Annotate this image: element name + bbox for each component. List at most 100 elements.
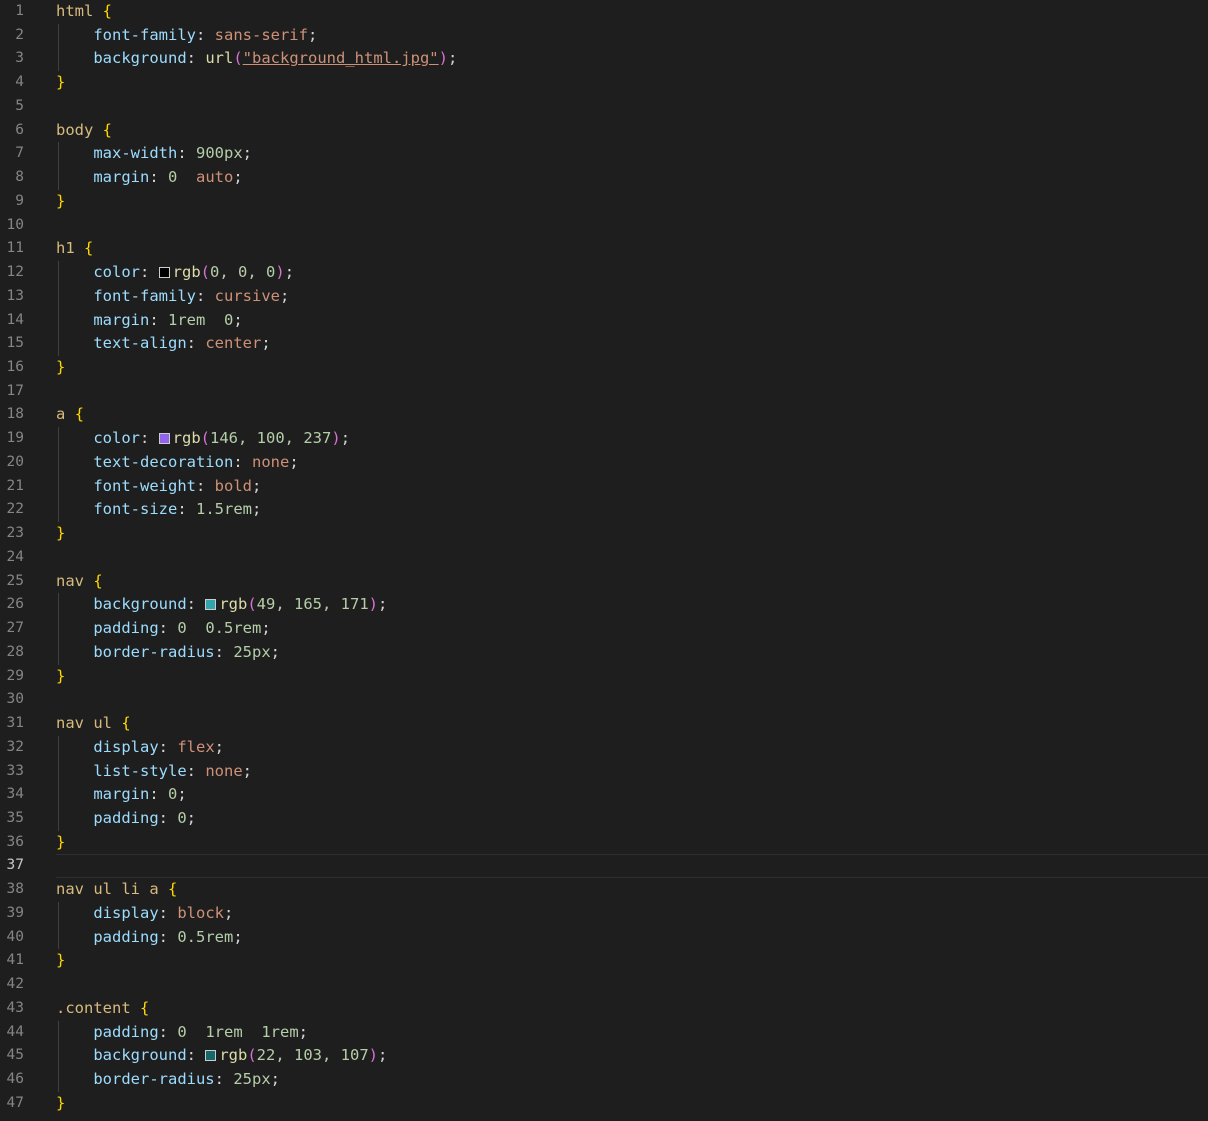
code-line[interactable]: 3 background: url("background_html.jpg")… [0,47,1208,72]
code-text: } [56,1092,65,1116]
line-number: 23 [6,525,24,542]
line-number: 44 [6,1023,24,1040]
code-line[interactable]: 16} [0,356,1208,380]
code-line[interactable]: 8 margin: 0 auto; [0,166,1208,190]
code-line[interactable]: 13 font-family: cursive; [0,284,1208,309]
code-line[interactable]: 35 padding: 0; [0,806,1208,831]
css-value: bold [214,476,252,495]
code-text: font-size: 1.5rem; [93,500,262,519]
code-line[interactable]: 28 border-radius: 25px; [0,640,1208,665]
code-line[interactable]: 7 max-width: 900px; [0,142,1208,167]
code-line[interactable]: 11 h1 { [0,237,1208,261]
line-number: 11 [6,240,24,257]
code-line[interactable]: 14 margin: 1rem 0; [0,308,1208,333]
code-line[interactable]: 44 padding: 0 1rem 1rem; [0,1020,1208,1045]
code-line[interactable]: 36} [0,831,1208,855]
code-line[interactable]: 41} [0,949,1208,973]
line-number: 19 [6,430,24,447]
code-line[interactable]: 43 .content { [0,997,1208,1021]
code-line[interactable]: 38 nav ul li a { [0,878,1208,902]
line-number: 14 [6,311,24,328]
css-number: 0 [224,310,234,329]
code-line[interactable]: 10 [0,214,1208,238]
css-number: 0.5rem [205,619,262,638]
code-line[interactable]: 39 display: block; [0,901,1208,926]
code-line[interactable]: 20 text-decoration: none; [0,450,1208,475]
css-value: center [205,334,262,353]
color-swatch[interactable] [205,1050,217,1062]
code-text: } [56,949,65,973]
css-property: font-size [93,500,178,519]
line-number: 15 [6,335,24,352]
css-property: margin [93,785,150,804]
open-brace: { [93,571,103,590]
line-number: 38 [6,881,24,898]
code-line[interactable]: 32 display: flex; [0,735,1208,760]
css-property: font-weight [93,476,196,495]
code-text: font-weight: bold; [93,476,262,495]
code-line[interactable]: 29} [0,665,1208,689]
line-number: 4 [15,74,24,91]
code-line[interactable]: 2 font-family: sans-serif; [0,23,1208,48]
code-line[interactable]: 46 border-radius: 25px; [0,1068,1208,1092]
code-text: font-family: cursive; [93,286,290,305]
open-brace: { [140,998,150,1017]
code-line[interactable]: 9} [0,190,1208,214]
code-line[interactable]: 23} [0,522,1208,546]
code-line[interactable]: 30 [0,688,1208,712]
code-text: padding: 0 1rem 1rem; [93,1022,309,1041]
code-line[interactable]: 21 font-weight: bold; [0,474,1208,499]
code-line[interactable]: 26 background: rgb(49, 165, 171); [0,593,1208,618]
code-text: padding: 0 0.5rem; [93,619,271,638]
code-line[interactable]: 42 [0,973,1208,997]
line-number: 42 [6,976,24,993]
line-number: 36 [6,833,24,850]
css-selector: h1 [56,239,75,258]
code-line[interactable]: 27 padding: 0 0.5rem; [0,617,1208,641]
code-line[interactable]: 40 padding: 0.5rem; [0,925,1208,950]
close-brace: } [56,951,66,970]
line-number: 31 [6,715,24,732]
code-text: background: rgb(22, 103, 107); [93,1046,388,1065]
code-line[interactable]: 5 [0,95,1208,119]
code-line[interactable]: 33 list-style: none; [0,759,1208,784]
color-swatch[interactable] [205,599,217,611]
color-swatch[interactable] [158,433,170,445]
line-number: 5 [15,97,24,114]
code-line[interactable]: 47} [0,1092,1208,1116]
line-number: 34 [6,786,24,803]
code-line[interactable]: 37 [0,854,1208,878]
code-text: nav ul { [56,712,131,736]
code-line[interactable]: 34 margin: 0; [0,783,1208,807]
code-line[interactable]: 1 html { [0,0,1208,24]
code-line[interactable]: 15 text-align: center; [0,332,1208,357]
css-property: padding [93,808,159,827]
code-line[interactable]: 18 a { [0,403,1208,427]
color-swatch[interactable] [158,267,170,279]
code-line[interactable]: 45 background: rgb(22, 103, 107); [0,1044,1208,1069]
code-line[interactable]: 24 [0,546,1208,570]
open-brace: { [121,714,131,733]
code-line[interactable]: 6 body { [0,119,1208,143]
line-number: 9 [15,192,24,209]
code-text: a { [56,403,84,427]
code-line[interactable]: 17 [0,380,1208,404]
code-editor[interactable]: 1 html {2 font-family: sans-serif; 3 backg… [0,0,1208,1121]
code-line[interactable]: 25 nav { [0,570,1208,594]
css-function: rgb [172,263,201,282]
line-number: 37 [6,857,24,874]
code-text: } [56,522,65,546]
css-property: border-radius [93,642,215,661]
code-text: } [56,190,65,214]
code-line[interactable]: 22 font-size: 1.5rem; [0,498,1208,523]
line-number: 12 [6,264,24,281]
code-line[interactable]: 4} [0,71,1208,95]
code-line[interactable]: 12 color: rgb(0, 0, 0); [0,261,1208,285]
css-property: padding [93,1022,159,1041]
css-property: background [93,595,187,614]
code-line[interactable]: 31 nav ul { [0,712,1208,736]
css-number: 1rem [205,1022,243,1041]
code-line[interactable]: 19 color: rgb(146, 100, 237); [0,427,1208,451]
line-number: 17 [6,382,24,399]
css-property: border-radius [93,1070,215,1089]
